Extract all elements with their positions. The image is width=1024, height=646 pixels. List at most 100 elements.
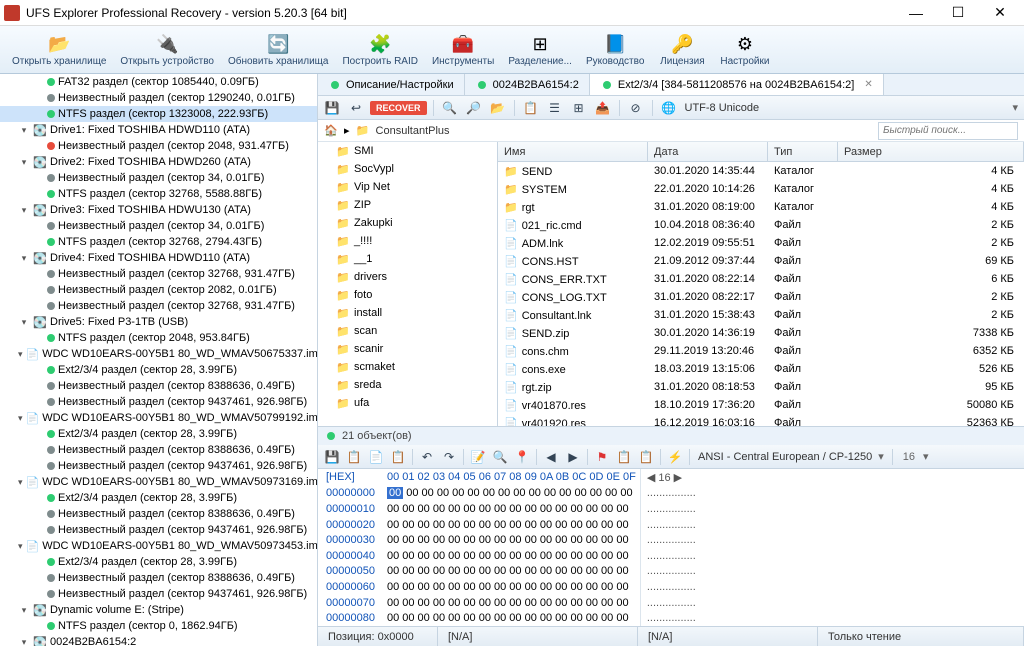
tree-row[interactable]: Неизвестный раздел (сектор 9437461, 926.… [0,458,317,474]
tree-row[interactable]: Неизвестный раздел (сектор 32768, 931.47… [0,298,317,314]
file-row[interactable]: 📁rgt31.01.2020 08:19:00Каталог4 КБ [498,198,1024,216]
folder-item[interactable]: 📁ZIP [318,196,497,214]
hx-icon[interactable]: 📋 [614,447,634,467]
tree-row[interactable]: Неизвестный раздел (сектор 8388636, 0.49… [0,442,317,458]
hx-icon[interactable]: ⚡ [665,447,685,467]
dropdown-icon[interactable]: ▾ [878,450,884,463]
folder-tree[interactable]: 📁SMI📁SocVypl📁Vip Net📁ZIP📁Zakupki📁_!!!!📁_… [318,142,498,426]
home-icon[interactable]: 🏠 [324,124,338,137]
tree-row[interactable]: Ext2/3/4 раздел (сектор 28, 3.99ГБ) [0,362,317,378]
tree-row[interactable]: ▾💽Drive2: Fixed TOSHIBA HDWD260 (ATA) [0,154,317,170]
toolbar-button[interactable]: 🔑Лицензия [652,30,712,69]
tree-row[interactable]: ▾💽Drive4: Fixed TOSHIBA HDWD110 (ATA) [0,250,317,266]
hx-icon[interactable]: 🔍 [490,447,510,467]
hx-icon[interactable]: ▶ [563,447,583,467]
hx-icon[interactable]: 📝 [468,447,488,467]
folder-item[interactable]: 📁foto [318,286,497,304]
hx-icon[interactable]: ↷ [439,447,459,467]
hx-icon[interactable]: ↶ [417,447,437,467]
tree-row[interactable]: ▾📄WDC WD10EARS-00Y5B1 80_WD_WMAV50675337… [0,346,317,362]
tree-row[interactable]: Неизвестный раздел (сектор 8388636, 0.49… [0,378,317,394]
tree-row[interactable]: Неизвестный раздел (сектор 34, 0.01ГБ) [0,170,317,186]
tree-row[interactable]: Неизвестный раздел (сектор 9437461, 926.… [0,522,317,538]
folder-icon[interactable]: 📁 [356,124,370,137]
maximize-button[interactable]: ☐ [938,2,978,24]
tree-row[interactable]: NTFS раздел (сектор 1323008, 222.93ГБ) [0,106,317,122]
dropdown-icon[interactable]: ▾ [923,450,929,463]
hx-icon[interactable]: 📄 [366,447,386,467]
hx-icon[interactable]: 📍 [512,447,532,467]
file-row[interactable]: 📄cons.exe18.03.2019 13:15:06Файл526 КБ [498,360,1024,378]
tb-icon[interactable]: 📤 [593,98,613,118]
tree-row[interactable]: Неизвестный раздел (сектор 34, 0.01ГБ) [0,218,317,234]
toolbar-button[interactable]: 🧰Инструменты [426,30,500,69]
col-date[interactable]: Дата [648,142,768,161]
hex-grid[interactable]: [HEX]00 01 02 03 04 05 06 07 08 09 0A 0B… [318,469,1024,626]
file-row[interactable]: 📁SEND30.01.2020 14:35:44Каталог4 КБ [498,162,1024,180]
toolbar-button[interactable]: 🔌Открыть устройство [114,30,220,69]
tree-row[interactable]: ▾💽Drive5: Fixed P3-1TB (USB) [0,314,317,330]
tree-row[interactable]: FAT32 раздел (сектор 1085440, 0.09ГБ) [0,74,317,90]
folder-item[interactable]: 📁scmaket [318,358,497,376]
tree-row[interactable]: NTFS раздел (сектор 2048, 953.84ГБ) [0,330,317,346]
col-size[interactable]: Размер [838,142,1024,161]
hx-flag-icon[interactable]: ⚑ [592,447,612,467]
folder-item[interactable]: 📁scan [318,322,497,340]
tb-icon[interactable]: 🔎 [464,98,484,118]
tree-row[interactable]: NTFS раздел (сектор 32768, 5588.88ГБ) [0,186,317,202]
tab[interactable]: 0024B2BA6154:2 [465,74,590,95]
toolbar-button[interactable]: ⚙Настройки [714,30,775,69]
tree-row[interactable]: Ext2/3/4 раздел (сектор 28, 3.99ГБ) [0,490,317,506]
save-icon[interactable]: 💾 [322,98,342,118]
file-row[interactable]: 📄ADM.lnk12.02.2019 09:55:51Файл2 КБ [498,234,1024,252]
toolbar-button[interactable]: 📂Открыть хранилище [6,30,112,69]
tab-close-icon[interactable]: ✕ [864,79,872,90]
hex-cols[interactable]: 16 [903,451,915,463]
tab[interactable]: Описание/Настройки [318,74,465,95]
folder-item[interactable]: 📁ufa [318,394,497,412]
tree-row[interactable]: ▾💽Drive3: Fixed TOSHIBA HDWU130 (ATA) [0,202,317,218]
tree-row[interactable]: Ext2/3/4 раздел (сектор 28, 3.99ГБ) [0,554,317,570]
folder-item[interactable]: 📁_!!!! [318,232,497,250]
file-row[interactable]: 📄Consultant.lnk31.01.2020 15:38:43Файл2 … [498,306,1024,324]
file-list-header[interactable]: Имя Дата Тип Размер [498,142,1024,162]
breadcrumb-path[interactable]: ConsultantPlus [376,125,872,137]
folder-item[interactable]: 📁scanir [318,340,497,358]
dropdown-icon[interactable]: ▾ [1010,99,1020,116]
tree-row[interactable]: NTFS раздел (сектор 32768, 2794.43ГБ) [0,234,317,250]
folder-item[interactable]: 📁drivers [318,268,497,286]
toolbar-button[interactable]: 📘Руководство [580,30,650,69]
tree-row[interactable]: NTFS раздел (сектор 0, 1862.94ГБ) [0,618,317,634]
folder-item[interactable]: 📁__1 [318,250,497,268]
file-row[interactable]: 📄vr401870.res18.10.2019 17:36:20Файл5008… [498,396,1024,414]
file-row[interactable]: 📁SYSTEM22.01.2020 10:14:26Каталог4 КБ [498,180,1024,198]
tree-row[interactable]: Неизвестный раздел (сектор 32768, 931.47… [0,266,317,282]
toolbar-button[interactable]: ⊞Разделение... [502,30,578,69]
search-input[interactable] [878,122,1018,140]
tab[interactable]: Ext2/3/4 [384-5811208576 на 0024B2BA6154… [590,74,884,95]
tree-row[interactable]: ▾💽Dynamic volume E: (Stripe) [0,602,317,618]
col-type[interactable]: Тип [768,142,838,161]
folder-item[interactable]: 📁SocVypl [318,160,497,178]
file-row[interactable]: 📄CONS_LOG.TXT31.01.2020 08:22:17Файл2 КБ [498,288,1024,306]
encoding-select[interactable]: UTF-8 Unicode [685,102,1007,114]
tree-row[interactable]: Неизвестный раздел (сектор 9437461, 926.… [0,586,317,602]
file-row[interactable]: 📄CONS_ERR.TXT31.01.2020 08:22:14Файл6 КБ [498,270,1024,288]
toolbar-button[interactable]: 🔄Обновить хранилища [222,30,335,69]
toolbar-button[interactable]: 🧩Построить RAID [336,30,424,69]
recover-button[interactable]: RECOVER [370,101,427,115]
hx-icon[interactable]: 📋 [388,447,408,467]
tree-row[interactable]: Неизвестный раздел (сектор 9437461, 926.… [0,394,317,410]
globe-icon[interactable]: 🌐 [659,98,679,118]
tree-row[interactable]: ▾📄WDC WD10EARS-00Y5B1 80_WD_WMAV50973169… [0,474,317,490]
file-row[interactable]: 📄rgt.zip31.01.2020 08:18:53Файл95 КБ [498,378,1024,396]
folder-item[interactable]: 📁install [318,304,497,322]
file-row[interactable]: 📄021_ric.cmd10.04.2018 08:36:40Файл2 КБ [498,216,1024,234]
file-row[interactable]: 📄SEND.zip30.01.2020 14:36:19Файл7338 КБ [498,324,1024,342]
tree-row[interactable]: Неизвестный раздел (сектор 2082, 0.01ГБ) [0,282,317,298]
tb-icon[interactable]: ⊘ [626,98,646,118]
tree-row[interactable]: ▾💽Drive1: Fixed TOSHIBA HDWD110 (ATA) [0,122,317,138]
folder-item[interactable]: 📁Vip Net [318,178,497,196]
hx-icon[interactable]: 💾 [322,447,342,467]
folder-item[interactable]: 📁sreda [318,376,497,394]
